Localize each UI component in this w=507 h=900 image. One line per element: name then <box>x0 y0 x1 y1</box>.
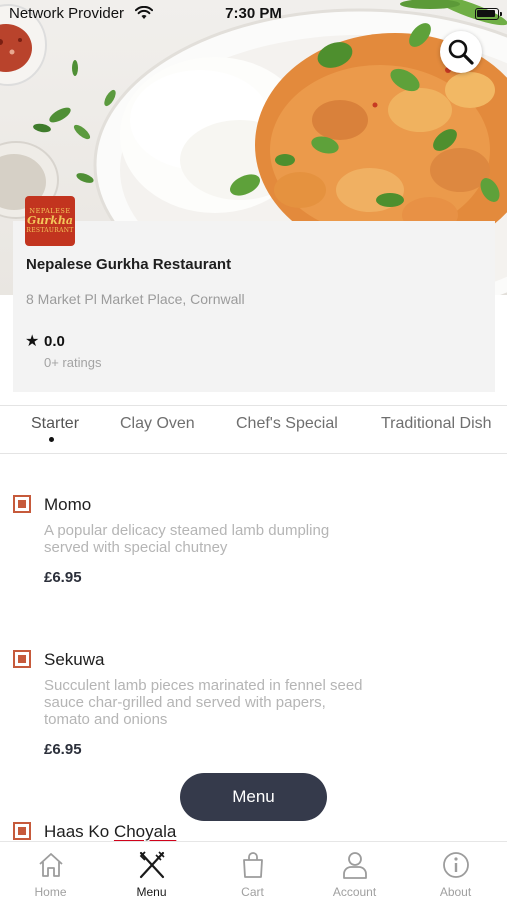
nav-label: Cart <box>241 885 264 899</box>
nav-label: Account <box>332 885 377 899</box>
logo-text-bottom: RESTAURANT <box>26 227 74 234</box>
item-price: £6.95 <box>44 741 82 758</box>
battery-icon <box>475 8 502 20</box>
nav-menu[interactable]: Menu <box>101 842 202 900</box>
nav-cart[interactable]: Cart <box>202 842 303 900</box>
nav-label: Menu <box>136 885 167 899</box>
tab-clay-oven[interactable]: Clay Oven <box>120 415 195 433</box>
shopping-bag-icon <box>202 850 303 880</box>
nav-label: About <box>439 885 472 899</box>
nav-label: Home <box>34 885 67 899</box>
restaurant-logo: NEPALESE Gurkha RESTAURANT <box>25 196 75 246</box>
tab-traditional-dish[interactable]: Traditional Dish <box>381 415 492 433</box>
item-name: Momo <box>44 495 92 514</box>
nav-about[interactable]: About <box>405 842 506 900</box>
search-icon <box>448 39 474 65</box>
nav-home[interactable]: Home <box>0 842 101 900</box>
item-name: Haas Ko Choyala <box>44 822 176 842</box>
status-bar: Network Provider 7:30 PM <box>0 0 507 30</box>
item-name: Sekuwa <box>44 650 105 669</box>
star-icon: ★ <box>25 333 40 350</box>
search-button[interactable] <box>440 31 482 73</box>
item-description: A popular delicacy steamed lamb dumpling… <box>44 522 330 556</box>
clock: 7:30 PM <box>225 5 282 22</box>
fork-knife-icon <box>101 850 202 880</box>
bottom-nav: Home Menu Cart Account About <box>0 841 507 900</box>
rating-value: 0.0 <box>44 333 65 350</box>
restaurant-name: Nepalese Gurkha Restaurant <box>26 256 232 273</box>
menu-button[interactable]: Menu <box>180 773 327 821</box>
tab-chefs-special[interactable]: Chef's Special <box>236 415 338 433</box>
item-price: £6.95 <box>44 569 82 586</box>
restaurant-address: 8 Market Pl Market Place, Cornwall <box>26 291 245 307</box>
item-description: Succulent lamb pieces marinated in fenne… <box>44 677 363 728</box>
home-icon <box>0 850 101 880</box>
person-icon <box>304 850 405 880</box>
non-veg-icon <box>13 650 31 668</box>
non-veg-icon <box>13 822 31 840</box>
info-icon <box>405 850 506 880</box>
nav-account[interactable]: Account <box>304 842 405 900</box>
tab-starter[interactable]: Starter <box>31 415 79 433</box>
category-tabs: Starter Clay Oven Chef's Special Traditi… <box>0 405 507 454</box>
non-veg-icon <box>13 495 31 513</box>
active-tab-indicator <box>49 437 54 442</box>
rating-count: 0+ ratings <box>44 355 102 370</box>
item-name-part: Haas Ko <box>44 822 114 841</box>
item-name-misspelled-part: Choyala <box>113 822 177 841</box>
logo-text-middle: Gurkha <box>27 214 73 227</box>
